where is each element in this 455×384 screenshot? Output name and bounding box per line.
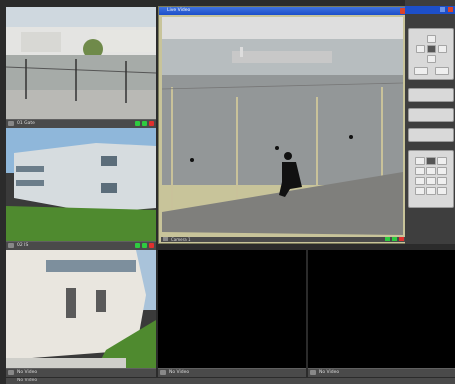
preset-button-3[interactable] [408,128,454,142]
preset-button-1[interactable] [408,88,454,102]
status-ok-icon[interactable] [135,121,140,126]
tile-1-bar: 01 Gate [6,119,156,128]
building-scene [6,128,156,242]
ptz-control[interactable] [408,28,454,80]
status-ok-icon[interactable] [142,121,147,126]
alert-icon[interactable] [399,237,404,241]
camera-view-1[interactable] [6,7,156,120]
camera-view-5[interactable] [308,250,455,369]
building-corner-scene [6,250,156,369]
alert-icon[interactable] [149,121,154,126]
ptz-down-button[interactable] [427,55,436,63]
status-ok-icon[interactable] [392,237,397,241]
keypad-key[interactable] [426,157,436,165]
panel-header [405,6,455,14]
camera-tile-5[interactable]: No Video [308,250,455,377]
ptz-center-button[interactable] [427,45,436,53]
window-title: Live Video [167,8,191,13]
keypad-key[interactable] [415,167,425,175]
keypad-key[interactable] [415,187,425,195]
camera-tile-2[interactable]: 02 IS [6,128,156,250]
main-window-bar: Camera 1 [161,237,406,242]
camera-tile-3[interactable]: No Video [6,250,156,377]
tile-5-bar: No Video [308,368,455,377]
main-label: Camera 1 [171,237,191,242]
camera-view-4[interactable] [158,250,306,369]
main-video-view[interactable] [162,17,403,235]
status-ok-icon[interactable] [385,237,390,241]
camera-icon [8,121,14,126]
camera-icon [163,237,168,241]
control-panel [405,0,455,244]
zoom-out-button[interactable] [435,67,449,75]
preset-button-2[interactable] [408,108,454,122]
camera-icon [310,370,316,375]
keypad[interactable] [408,150,454,208]
keypad-key[interactable] [426,187,436,195]
tile-4-bar: No Video [158,368,306,377]
close-icon[interactable] [448,7,453,12]
alert-icon[interactable] [149,243,154,248]
tile-4-label: No Video [169,370,190,375]
tile-2-bar: 02 IS [6,241,156,250]
camera-icon [160,370,166,375]
tile-3-label: No Video [17,370,38,375]
keypad-key[interactable] [437,187,447,195]
keypad-key[interactable] [415,177,425,185]
keypad-key[interactable] [426,167,436,175]
tile-2-label: 02 IS [17,243,29,248]
keypad-key[interactable] [415,157,425,165]
camera-icon [8,370,14,375]
perimeter-scene [162,17,403,235]
tile-5-label: No Video [319,370,340,375]
ptz-left-button[interactable] [416,45,425,53]
camera-tile-6[interactable]: No Video [6,378,455,384]
ptz-right-button[interactable] [438,45,447,53]
camera-tile-4[interactable]: No Video [158,250,306,377]
keypad-key[interactable] [437,177,447,185]
main-video-window[interactable]: Live Video Camera 1 [158,6,409,244]
camera-view-3[interactable] [6,250,156,369]
camera-view-2[interactable] [6,128,156,242]
window-titlebar[interactable]: Live Video [159,7,408,15]
keypad-key[interactable] [426,177,436,185]
minimize-icon[interactable] [440,7,445,12]
keypad-key[interactable] [437,167,447,175]
tile-6-label: No Video [17,378,38,383]
camera-tile-1[interactable]: 01 Gate [6,7,156,128]
camera-icon [8,243,14,248]
tile-3-bar: No Video [6,368,156,377]
zoom-in-button[interactable] [414,67,428,75]
status-ok-icon[interactable] [142,243,147,248]
tile-1-label: 01 Gate [17,121,35,126]
ptz-up-button[interactable] [427,35,436,43]
fence-scene [6,7,156,120]
status-ok-icon[interactable] [135,243,140,248]
keypad-key[interactable] [437,157,447,165]
